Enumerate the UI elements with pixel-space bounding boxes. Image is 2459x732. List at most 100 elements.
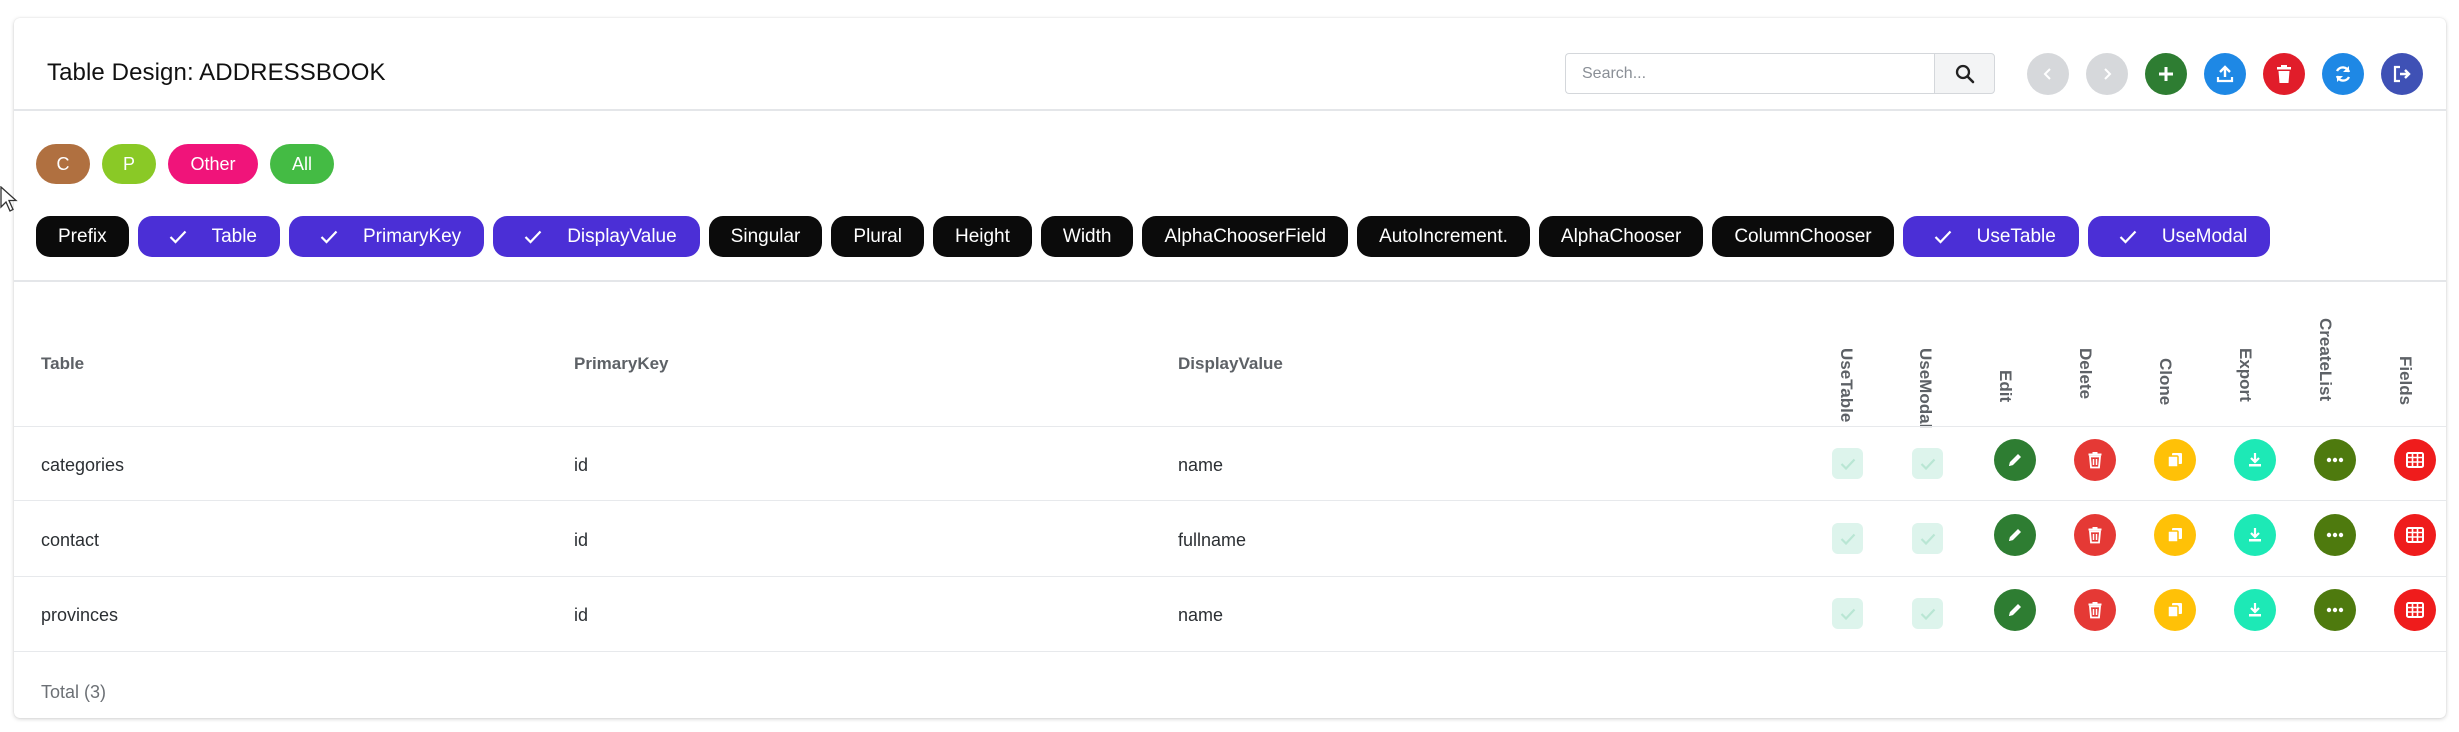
usemodal-checkbox[interactable]	[1912, 523, 1943, 554]
table-design-card: Table Design: ADDRESSBOOK Search... C P …	[14, 18, 2446, 718]
refresh-button[interactable]	[2322, 53, 2364, 95]
download-icon	[2246, 526, 2264, 544]
ellipsis-icon	[2326, 532, 2344, 538]
delete-row-button[interactable]	[2074, 439, 2116, 481]
clone-row-button[interactable]	[2154, 439, 2196, 481]
back-button[interactable]	[2027, 53, 2069, 95]
column-chip-columnchooser[interactable]: ColumnChooser	[1712, 216, 1894, 257]
column-chip-autoincrement[interactable]: AutoIncrement.	[1357, 216, 1530, 257]
delete-button[interactable]	[2263, 53, 2305, 95]
upload-button[interactable]	[2204, 53, 2246, 95]
cell-primarykey: id	[574, 605, 589, 625]
filter-chip-all[interactable]: All	[270, 144, 334, 184]
copy-icon	[2166, 451, 2184, 469]
download-icon	[2246, 451, 2264, 469]
column-chip-alphachooserfield[interactable]: AlphaChooserField	[1142, 216, 1349, 257]
grid-icon	[2406, 452, 2424, 468]
fields-row-button[interactable]	[2394, 514, 2436, 556]
check-icon	[169, 230, 187, 244]
column-chip-height[interactable]: Height	[932, 216, 1032, 257]
chip-label: Plural	[853, 225, 902, 247]
create-list-row-button[interactable]	[2314, 514, 2356, 556]
exit-button[interactable]	[2381, 53, 2423, 95]
edit-row-button[interactable]	[1994, 514, 2036, 556]
chip-label: ColumnChooser	[1734, 225, 1872, 247]
clone-row-button[interactable]	[2154, 589, 2196, 631]
usemodal-checkbox[interactable]	[1912, 598, 1943, 629]
column-header-export: Export	[2236, 348, 2255, 402]
plus-icon	[2159, 67, 2173, 81]
column-header-primarykey[interactable]: PrimaryKey	[574, 354, 669, 374]
usetable-checkbox[interactable]	[1832, 598, 1863, 629]
column-header-displayvalue[interactable]: DisplayValue	[1178, 354, 1283, 374]
usemodal-checkbox[interactable]	[1912, 448, 1943, 479]
cell-table: provinces	[41, 605, 119, 625]
delete-row-button[interactable]	[2074, 589, 2116, 631]
create-list-row-button[interactable]	[2314, 589, 2356, 631]
column-header-usemodal: UseModal	[1916, 348, 1935, 429]
pencil-icon	[2006, 526, 2024, 544]
usetable-checkbox[interactable]	[1832, 523, 1863, 554]
search-input[interactable]	[1565, 53, 1934, 94]
column-chip-usemodal[interactable]: UseModal	[2087, 216, 2271, 257]
cell-table: contact	[41, 530, 100, 550]
check-icon	[1920, 608, 1935, 620]
filter-chip-p[interactable]: P	[102, 144, 156, 184]
check-icon	[1840, 533, 1855, 545]
chip-label: DisplayValue	[567, 225, 677, 247]
column-header-usetable: UseTable	[1837, 348, 1856, 423]
trash-icon	[2087, 451, 2103, 469]
ellipsis-icon	[2326, 607, 2344, 613]
chip-label: Singular	[730, 225, 801, 247]
chip-label: Height	[954, 225, 1010, 247]
grid-icon	[2406, 602, 2424, 618]
filter-chip-c[interactable]: C	[36, 144, 90, 184]
column-chooser-chips: Prefix Table PrimaryKey DisplayValue Sin…	[36, 216, 2271, 257]
fields-row-button[interactable]	[2394, 439, 2436, 481]
grid-icon	[2406, 527, 2424, 543]
column-header-fields: Fields	[2396, 356, 2415, 406]
column-chip-singular[interactable]: Singular	[708, 216, 823, 257]
chip-label: UseTable	[1976, 225, 2056, 247]
create-list-row-button[interactable]	[2314, 439, 2356, 481]
export-row-button[interactable]	[2234, 589, 2276, 631]
add-button[interactable]	[2145, 53, 2187, 95]
forward-button[interactable]	[2086, 53, 2128, 95]
column-chip-plural[interactable]: Plural	[831, 216, 924, 257]
cell-primarykey: id	[574, 530, 589, 550]
export-row-button[interactable]	[2234, 514, 2276, 556]
cell-displayvalue: fullname	[1178, 530, 1247, 550]
column-chip-displayvalue[interactable]: DisplayValue	[493, 216, 700, 257]
chip-label: PrimaryKey	[363, 225, 462, 247]
header-bar: Table Design: ADDRESSBOOK	[14, 18, 2446, 111]
trash-icon	[2087, 601, 2103, 619]
cell-primarykey: id	[574, 455, 589, 475]
column-chip-primarykey[interactable]: PrimaryKey	[289, 216, 485, 257]
export-row-button[interactable]	[2234, 439, 2276, 481]
row-divider	[14, 651, 2446, 652]
delete-row-button[interactable]	[2074, 514, 2116, 556]
column-header-table[interactable]: Table	[41, 354, 84, 374]
copy-icon	[2166, 526, 2184, 544]
edit-row-button[interactable]	[1994, 589, 2036, 631]
cell-displayvalue: name	[1178, 455, 1224, 475]
cell-displayvalue: name	[1178, 605, 1224, 625]
chip-label: AlphaChooser	[1560, 225, 1682, 247]
column-chip-alphachooser[interactable]: AlphaChooser	[1538, 216, 1704, 257]
edit-row-button[interactable]	[1994, 439, 2036, 481]
filter-chip-group: C P Other All	[36, 144, 334, 184]
check-icon	[2119, 230, 2137, 244]
fields-row-button[interactable]	[2394, 589, 2436, 631]
header-row-divider	[14, 426, 2446, 427]
column-chip-width[interactable]: Width	[1040, 216, 1134, 257]
search-button[interactable]	[1934, 53, 1995, 94]
download-icon	[2246, 601, 2264, 619]
column-chip-table[interactable]: Table	[137, 216, 280, 257]
clone-row-button[interactable]	[2154, 514, 2196, 556]
check-icon	[1934, 230, 1952, 244]
filter-chip-other[interactable]: Other	[168, 144, 258, 184]
copy-icon	[2166, 601, 2184, 619]
column-chip-usetable[interactable]: UseTable	[1902, 216, 2079, 257]
usetable-checkbox[interactable]	[1832, 448, 1863, 479]
column-chip-prefix[interactable]: Prefix	[36, 216, 129, 257]
